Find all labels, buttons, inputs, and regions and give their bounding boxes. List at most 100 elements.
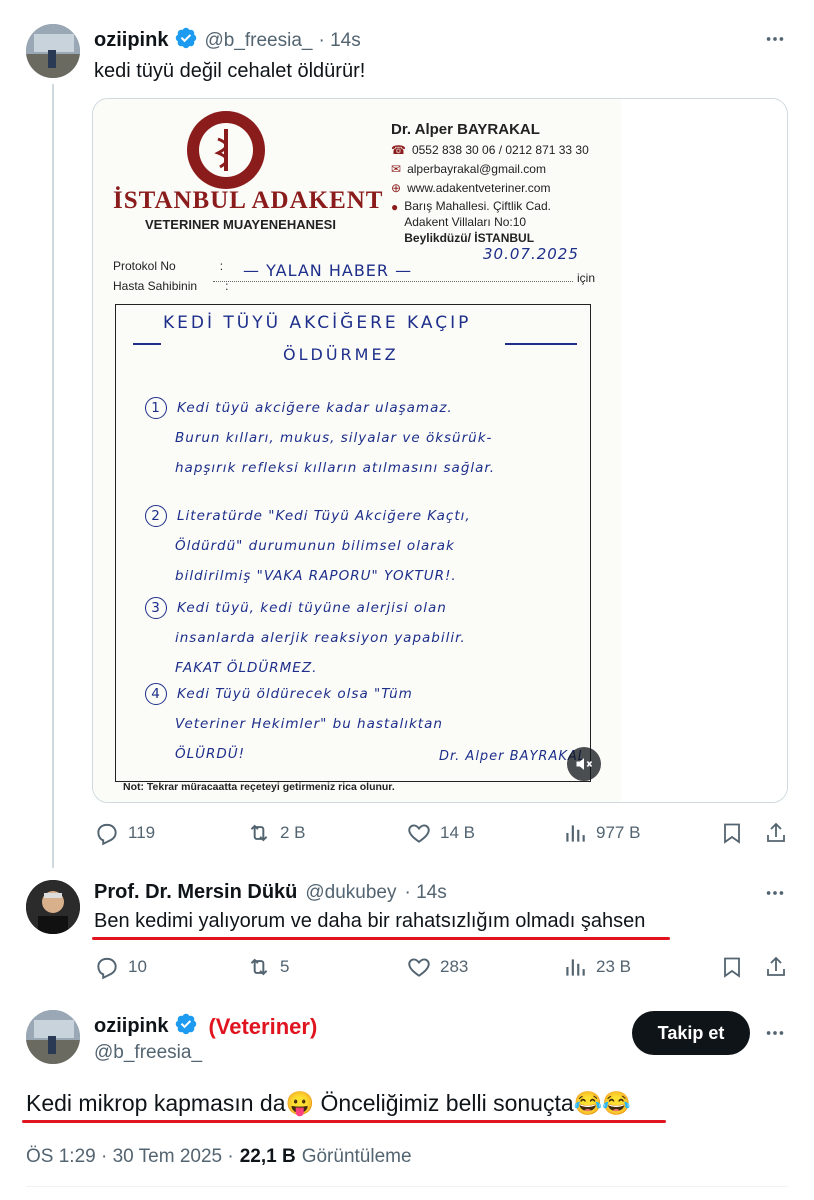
clinic-email: alperbayrakal@gmail.com — [407, 162, 546, 176]
tweet-text: kedi tüyü değil cehalet öldürür! — [94, 60, 366, 82]
address-line-2: Adakent Villaları No:10 — [404, 215, 527, 229]
retweet-count: 2 B — [280, 823, 306, 842]
item-1-line-3: hapşırık refleksi kılların atılmasını sa… — [175, 460, 496, 476]
avatar[interactable] — [26, 1010, 80, 1064]
like-count: 14 B — [440, 823, 475, 842]
clinic-subtitle: VETERINER MUAYENEHANESI — [145, 217, 336, 232]
like-button[interactable]: 283 — [406, 954, 468, 980]
item-1-line-2: Burun kılları, mukus, silyalar ve öksürü… — [175, 430, 493, 446]
tweet-media[interactable]: İSTANBUL ADAKENT VETERINER MUAYENEHANESI… — [92, 98, 788, 803]
thread-line — [52, 84, 54, 868]
avatar-image-icon — [26, 880, 80, 934]
heart-icon — [408, 824, 430, 843]
views-button[interactable]: 23 B — [562, 954, 631, 980]
handwritten-date: 30.07.2025 — [483, 245, 579, 263]
item-4-number: 4 — [145, 683, 167, 705]
clinic-logo-icon — [187, 111, 265, 189]
author-handle[interactable]: @b_freesia_ — [94, 1042, 202, 1064]
divider — [26, 1186, 788, 1187]
speaker-muted-icon — [576, 758, 593, 770]
item-2-number: 2 — [145, 505, 167, 527]
analytics-icon — [566, 959, 585, 976]
address-line-3: Beylikdüzü/ İSTANBUL — [404, 231, 535, 245]
author-name[interactable]: Prof. Dr. Mersin Dükü — [94, 881, 297, 904]
clinic-name: İSTANBUL ADAKENT — [113, 187, 384, 214]
author-name[interactable]: oziipink — [94, 29, 168, 52]
reply-icon — [97, 823, 117, 846]
doctor-name: Dr. Alper BAYRAKAL — [391, 121, 540, 138]
red-underline-annotation — [22, 1120, 666, 1123]
item-3-line-2: insanlarda alerjik reaksiyon yapabilir. — [175, 630, 466, 646]
avatar[interactable] — [26, 24, 80, 78]
mute-button[interactable] — [567, 747, 601, 781]
icin-label: için — [577, 271, 596, 285]
reply-button[interactable]: 119 — [94, 820, 155, 846]
prescription-footer: Not: Tekrar müracaatta reçeteyi getirmen… — [123, 781, 395, 793]
clinic-phone: 0552 838 30 06 / 0212 871 33 30 — [411, 143, 589, 157]
location-icon: ● — [391, 200, 399, 214]
bookmark-icon[interactable] — [720, 820, 744, 851]
views-total: 22,1 B — [239, 1146, 296, 1167]
more-options-icon[interactable] — [762, 880, 788, 906]
retweet-icon — [250, 824, 268, 842]
address-line-1: Barış Mahallesi. Çiftlik Cad. — [404, 199, 551, 213]
more-options-icon[interactable] — [762, 26, 788, 52]
veteriner-annotation: (Veteriner) — [208, 1013, 318, 1039]
retweet-button[interactable]: 2 B — [246, 820, 306, 846]
follow-button[interactable]: Takip et — [632, 1011, 750, 1055]
more-options-icon[interactable] — [762, 1020, 788, 1046]
reply-icon — [97, 957, 117, 980]
share-icon[interactable] — [764, 954, 788, 985]
prescription-paper: İSTANBUL ADAKENT VETERINER MUAYENEHANESI… — [93, 99, 621, 802]
hasta-label: Hasta Sahibinin — [113, 279, 198, 293]
item-2-line-3: bildirilmiş "VAKA RAPORU" YOKTUR!. — [175, 568, 457, 584]
clinic-web: www.adakentveteriner.com — [407, 181, 551, 195]
heart-icon — [408, 958, 430, 977]
author-handle[interactable]: @dukubey — [305, 882, 396, 904]
avatar-image-icon — [26, 1010, 80, 1064]
bookmark-icon[interactable] — [720, 954, 744, 985]
media-background — [621, 99, 787, 802]
tweet-time[interactable]: · 14s — [318, 30, 360, 52]
author-handle[interactable]: @b_freesia_ — [204, 30, 312, 52]
tweet-time[interactable]: · 14s — [405, 882, 447, 904]
tweet-text: Ben kedimi yalıyorum ve daha bir rahatsı… — [94, 910, 646, 932]
views-count: 977 B — [596, 823, 641, 842]
item-1-line-1: Kedi tüyü akciğere kadar ulaşamaz. — [177, 400, 453, 416]
protokol-label: Protokol No — [113, 259, 176, 273]
like-button[interactable]: 14 B — [406, 820, 475, 846]
reply-count: 119 — [128, 823, 156, 842]
avatar[interactable] — [26, 880, 80, 934]
like-count: 283 — [440, 957, 469, 976]
item-2-line-1: Literatürde "Kedi Tüyü Akciğere Kaçtı, — [177, 508, 471, 524]
email-icon: ✉ — [391, 162, 402, 176]
item-3-number: 3 — [145, 597, 167, 619]
reply-button[interactable]: 10 — [94, 954, 147, 980]
red-underline-annotation — [92, 937, 670, 940]
verified-badge-icon — [174, 1012, 198, 1041]
handwritten-heading-1: KEDİ TÜYÜ AKCİĞERE KAÇIP — [163, 313, 472, 333]
views-button[interactable]: 977 B — [562, 820, 640, 846]
verified-badge-icon — [174, 26, 198, 55]
handwritten-yalan-haber: — YALAN HABER — — [243, 261, 413, 280]
reply-count: 10 — [128, 957, 147, 976]
retweet-count: 5 — [280, 957, 290, 976]
views-count: 23 B — [596, 957, 631, 976]
web-icon: ⊕ — [391, 181, 402, 195]
handwritten-heading-2: ÖLDÜRMEZ — [283, 345, 399, 364]
avatar-image-icon — [26, 24, 80, 78]
retweet-icon — [250, 958, 268, 976]
retweet-button[interactable]: 5 — [246, 954, 289, 980]
item-4-line-3: ÖLÜRDÜ! — [175, 746, 246, 762]
phone-icon: ☎ — [391, 143, 406, 157]
tweet-timestamp[interactable]: ÖS 1:29 · 30 Tem 2025 · — [26, 1146, 234, 1168]
item-3-line-1: Kedi tüyü, kedi tüyüne alerjisi olan — [177, 600, 447, 616]
item-1-number: 1 — [145, 397, 167, 419]
tweet-text: Kedi mikrop kapmasın da😛 Önceliğimiz bel… — [26, 1090, 631, 1116]
share-icon[interactable] — [764, 820, 788, 851]
author-name[interactable]: oziipink — [94, 1015, 168, 1038]
item-4-line-1: Kedi Tüyü öldürecek olsa "Tüm — [177, 686, 413, 702]
item-4-line-2: Veteriner Hekimler" bu hastalıktan — [175, 716, 443, 732]
protokol-colon: : — [219, 259, 224, 273]
analytics-icon — [566, 825, 585, 842]
